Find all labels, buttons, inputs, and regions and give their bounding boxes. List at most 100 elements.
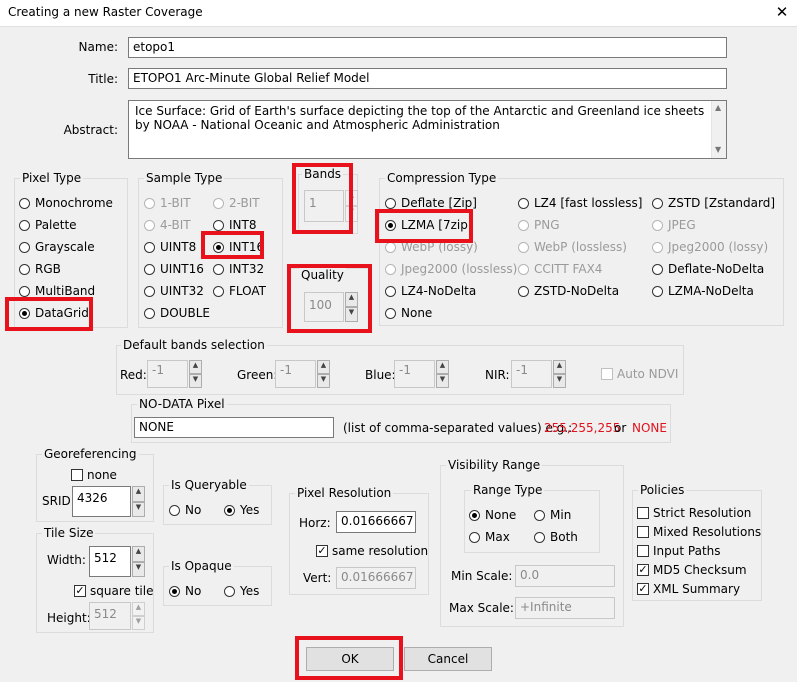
compression-webp-lossless-radio[interactable]: WebP (lossless) <box>518 240 627 254</box>
height-spinner[interactable]: ▲ ▼ <box>132 602 145 630</box>
auto-ndvi-checkbox[interactable]: Auto NDVI <box>601 367 678 381</box>
nodata-hint: (list of comma-separated values) e.g.: <box>343 421 573 435</box>
nodata-input[interactable]: NONE <box>134 417 334 438</box>
red-label: Red: <box>120 368 147 382</box>
opaque-yes-radio[interactable]: Yes <box>224 584 259 598</box>
compression-png-radio[interactable]: PNG <box>518 218 560 232</box>
title-bar: Creating a new Raster Coverage ✕ <box>0 0 797 27</box>
range-min-radio[interactable]: Min <box>534 508 571 522</box>
vert-input[interactable]: 0.01666667 <box>336 567 416 589</box>
sample-int32-radio[interactable]: INT32 <box>213 262 264 276</box>
name-input[interactable]: etopo1 <box>128 37 727 58</box>
srid-label: SRID: <box>42 494 75 508</box>
sample-2bit-radio[interactable]: 2-BIT <box>213 196 260 210</box>
width-spinner[interactable]: ▲ ▼ <box>132 546 145 577</box>
close-icon[interactable]: ✕ <box>773 3 791 21</box>
georef-none-checkbox[interactable]: none <box>71 468 117 482</box>
min-scale-label: Min Scale: <box>451 569 513 583</box>
abstract-textarea[interactable]: Ice Surface: Grid of Earth's surface dep… <box>128 100 727 159</box>
tile-size-title: Tile Size <box>42 526 96 540</box>
horz-label: Horz: <box>299 516 331 530</box>
max-scale-input[interactable]: +Infinite <box>515 597 615 619</box>
strict-resolution-checkbox[interactable]: Strict Resolution <box>637 506 751 520</box>
range-max-radio[interactable]: Max <box>469 530 510 544</box>
pixel-monochrome-radio[interactable]: Monochrome <box>19 196 113 210</box>
green-label: Green: <box>237 368 278 382</box>
compression-deflate-radio[interactable]: Deflate [Zip] <box>385 196 477 210</box>
nodata-or-label: or <box>614 421 627 435</box>
pixel-rgb-radio[interactable]: RGB <box>19 262 61 276</box>
pixel-palette-radio[interactable]: Palette <box>19 218 77 232</box>
nir-input[interactable]: -1 <box>511 360 552 388</box>
queryable-title: Is Queryable <box>169 478 249 492</box>
queryable-no-radio[interactable]: No <box>169 503 201 517</box>
md5-checksum-checkbox[interactable]: ✓ MD5 Checksum <box>637 563 747 577</box>
green-input[interactable]: -1 <box>275 360 316 388</box>
green-spinner[interactable]: ▲ ▼ <box>317 360 330 388</box>
xml-summary-checkbox[interactable]: ✓ XML Summary <box>637 582 740 596</box>
range-type-title: Range Type <box>471 483 545 497</box>
compression-lzma-nodelta-radio[interactable]: LZMA-NoDelta <box>652 284 754 298</box>
pixel-multiband-radio[interactable]: MultiBand <box>19 284 95 298</box>
compression-title: Compression Type <box>385 171 499 185</box>
horz-input[interactable]: 0.01666667 <box>336 511 416 533</box>
compression-jpeg2000-lossless-radio[interactable]: Jpeg2000 (lossless) <box>385 262 517 276</box>
sample-uint8-radio[interactable]: UINT8 <box>144 240 196 254</box>
range-none-radio[interactable]: None <box>469 508 516 522</box>
compression-jpeg2000-lossy-radio[interactable]: Jpeg2000 (lossy) <box>652 240 768 254</box>
height-label: Height: <box>47 611 91 625</box>
abstract-label: Abstract: <box>63 123 118 137</box>
window-title: Creating a new Raster Coverage <box>8 5 203 19</box>
same-resolution-checkbox[interactable]: ✓ same resolution <box>316 544 428 558</box>
highlight-bands <box>292 163 353 234</box>
sample-uint32-radio[interactable]: UINT32 <box>144 284 204 298</box>
opaque-title: Is Opaque <box>169 559 234 573</box>
input-paths-checkbox[interactable]: Input Paths <box>637 544 721 558</box>
compression-lz4-radio[interactable]: LZ4 [fast lossless] <box>518 196 642 210</box>
nir-spinner[interactable]: ▲ ▼ <box>553 360 566 388</box>
pixel-grayscale-radio[interactable]: Grayscale <box>19 240 95 254</box>
cancel-button[interactable]: Cancel <box>404 647 492 671</box>
compression-zstd-nodelta-radio[interactable]: ZSTD-NoDelta <box>518 284 619 298</box>
range-both-radio[interactable]: Both <box>534 530 578 544</box>
nodata-example: 255,255,255 <box>544 421 621 435</box>
highlight-lzma <box>375 209 473 243</box>
srid-spinner[interactable]: ▲ ▼ <box>132 486 145 517</box>
blue-input[interactable]: -1 <box>394 360 435 388</box>
highlight-datagrid <box>5 297 93 331</box>
mixed-resolutions-checkbox[interactable]: Mixed Resolutions <box>637 525 761 539</box>
sample-double-radio[interactable]: DOUBLE <box>144 306 210 320</box>
sample-int8-radio[interactable]: INT8 <box>213 218 256 232</box>
height-input[interactable]: 512 <box>89 602 131 630</box>
compression-jpeg-radio[interactable]: JPEG <box>652 218 696 232</box>
pixel-resolution-title: Pixel Resolution <box>295 486 394 500</box>
queryable-yes-radio[interactable]: Yes <box>224 503 259 517</box>
name-label: Name: <box>78 40 118 54</box>
width-label: Width: <box>47 553 86 567</box>
title-input[interactable]: ETOPO1 Arc-Minute Global Relief Model <box>128 68 727 89</box>
red-spinner[interactable]: ▲ ▼ <box>189 360 202 388</box>
sample-1bit-radio[interactable]: 1-BIT <box>144 196 191 210</box>
compression-deflate-nodelta-radio[interactable]: Deflate-NoDelta <box>652 262 764 276</box>
sample-uint16-radio[interactable]: UINT16 <box>144 262 204 276</box>
scroll-down-icon[interactable]: ▼ <box>715 145 721 154</box>
width-input[interactable]: 512 <box>89 546 131 577</box>
opaque-no-radio[interactable]: No <box>169 584 201 598</box>
min-scale-input[interactable]: 0.0 <box>515 565 615 587</box>
sample-4bit-radio[interactable]: 4-BIT <box>144 218 191 232</box>
square-tile-checkbox[interactable]: ✓ square tile <box>74 584 153 598</box>
compression-lz4-nodelta-radio[interactable]: LZ4-NoDelta <box>385 284 476 298</box>
compression-zstd-radio[interactable]: ZSTD [Zstandard] <box>652 196 775 210</box>
compression-ccitt-radio[interactable]: CCITT FAX4 <box>518 262 602 276</box>
default-bands-title: Default bands selection <box>121 338 267 352</box>
sample-float-radio[interactable]: FLOAT <box>213 284 266 298</box>
georef-title: Georeferencing <box>42 447 139 461</box>
compression-none-radio[interactable]: None <box>385 306 432 320</box>
blue-spinner[interactable]: ▲ ▼ <box>436 360 449 388</box>
scroll-up-icon[interactable]: ▲ <box>715 103 721 112</box>
highlight-ok <box>295 636 403 680</box>
red-input[interactable]: -1 <box>147 360 188 388</box>
nodata-none-example: NONE <box>632 421 667 435</box>
srid-input[interactable]: 4326 <box>72 486 131 517</box>
abstract-scrollbar[interactable]: ▲ ▼ <box>711 101 726 158</box>
